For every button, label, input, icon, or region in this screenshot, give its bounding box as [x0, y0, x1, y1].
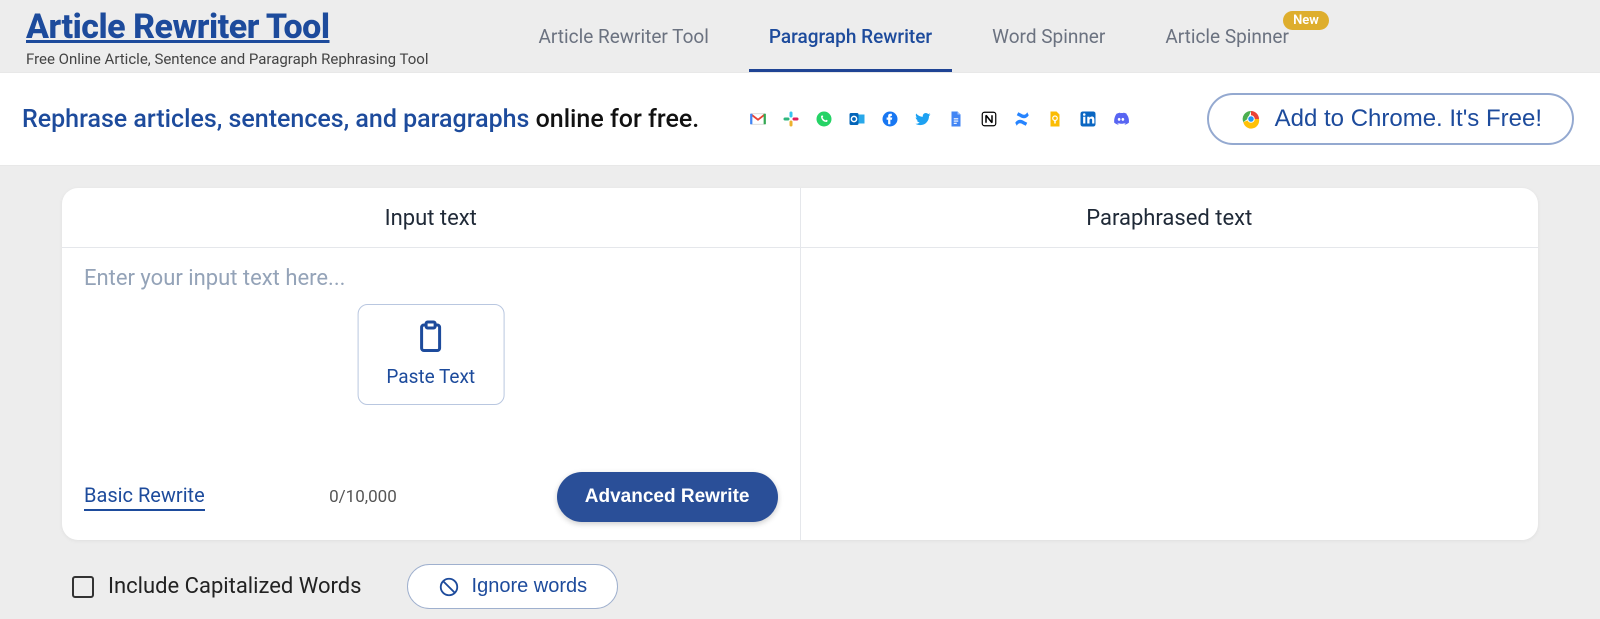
- nav-word-spinner[interactable]: Word Spinner: [992, 25, 1105, 72]
- facebook-icon[interactable]: [881, 110, 899, 128]
- brand: Article Rewriter Tool Free Online Articl…: [26, 10, 429, 68]
- linkedin-icon[interactable]: [1079, 110, 1097, 128]
- add-to-chrome-label: Add to Chrome. It's Free!: [1275, 105, 1542, 133]
- add-to-chrome-button[interactable]: Add to Chrome. It's Free!: [1207, 93, 1574, 145]
- input-footer: Basic Rewrite 0/10,000 Advanced Rewrite: [62, 472, 800, 540]
- input-placeholder: Enter your input text here...: [84, 266, 778, 291]
- include-capitalized-checkbox[interactable]: Include Capitalized Words: [72, 574, 362, 599]
- output-title: Paraphrased text: [801, 188, 1539, 248]
- output-body: [801, 248, 1539, 540]
- confluence-icon[interactable]: [1013, 110, 1031, 128]
- char-counter: 0/10,000: [329, 487, 397, 507]
- discord-icon[interactable]: [1112, 110, 1130, 128]
- nav-label: Article Spinner: [1165, 25, 1289, 48]
- nav-article-spinner[interactable]: Article Spinner New: [1165, 25, 1289, 72]
- input-pane: Input text Enter your input text here...…: [62, 188, 801, 540]
- output-pane: Paraphrased text: [801, 188, 1539, 540]
- twitter-icon[interactable]: [914, 110, 932, 128]
- docs-icon[interactable]: [947, 110, 965, 128]
- nav-paragraph-rewriter[interactable]: Paragraph Rewriter: [769, 25, 932, 72]
- nav-article-rewriter[interactable]: Article Rewriter Tool: [539, 25, 709, 72]
- outlook-icon[interactable]: [848, 110, 866, 128]
- paste-text-button[interactable]: Paste Text: [357, 304, 504, 405]
- brand-subtitle: Free Online Article, Sentence and Paragr…: [26, 50, 429, 68]
- include-capitalized-label: Include Capitalized Words: [108, 574, 362, 599]
- ignore-words-label: Ignore words: [472, 575, 588, 598]
- brand-title[interactable]: Article Rewriter Tool: [26, 10, 429, 46]
- main-wrap: Input text Enter your input text here...…: [0, 166, 1600, 609]
- clipboard-icon: [413, 319, 449, 355]
- promo-rest: online for free.: [529, 105, 699, 134]
- share-icon-row: [749, 110, 1130, 128]
- promo-text: Rephrase articles, sentences, and paragr…: [22, 105, 699, 134]
- gmail-icon[interactable]: [749, 110, 767, 128]
- promo-bar: Rephrase articles, sentences, and paragr…: [0, 72, 1600, 166]
- basic-rewrite-link[interactable]: Basic Rewrite: [84, 483, 205, 511]
- rewrite-card: Input text Enter your input text here...…: [62, 188, 1538, 540]
- chrome-icon: [1239, 107, 1263, 131]
- notion-icon[interactable]: [980, 110, 998, 128]
- checkbox-icon: [72, 576, 94, 598]
- promo-highlight: Rephrase articles, sentences, and paragr…: [22, 105, 529, 134]
- whatsapp-icon[interactable]: [815, 110, 833, 128]
- ban-icon: [438, 576, 460, 598]
- new-badge: New: [1283, 11, 1329, 30]
- slack-icon[interactable]: [782, 110, 800, 128]
- topnav: Article Rewriter Tool Free Online Articl…: [0, 0, 1600, 72]
- options-row: Include Capitalized Words Ignore words: [62, 540, 1538, 609]
- keep-icon[interactable]: [1046, 110, 1064, 128]
- input-title: Input text: [62, 188, 800, 248]
- ignore-words-button[interactable]: Ignore words: [407, 564, 619, 609]
- nav-items: Article Rewriter Tool Paragraph Rewriter…: [539, 5, 1289, 72]
- input-body[interactable]: Enter your input text here... Paste Text: [62, 248, 800, 472]
- advanced-rewrite-button[interactable]: Advanced Rewrite: [557, 472, 778, 522]
- paste-text-label: Paste Text: [386, 365, 475, 388]
